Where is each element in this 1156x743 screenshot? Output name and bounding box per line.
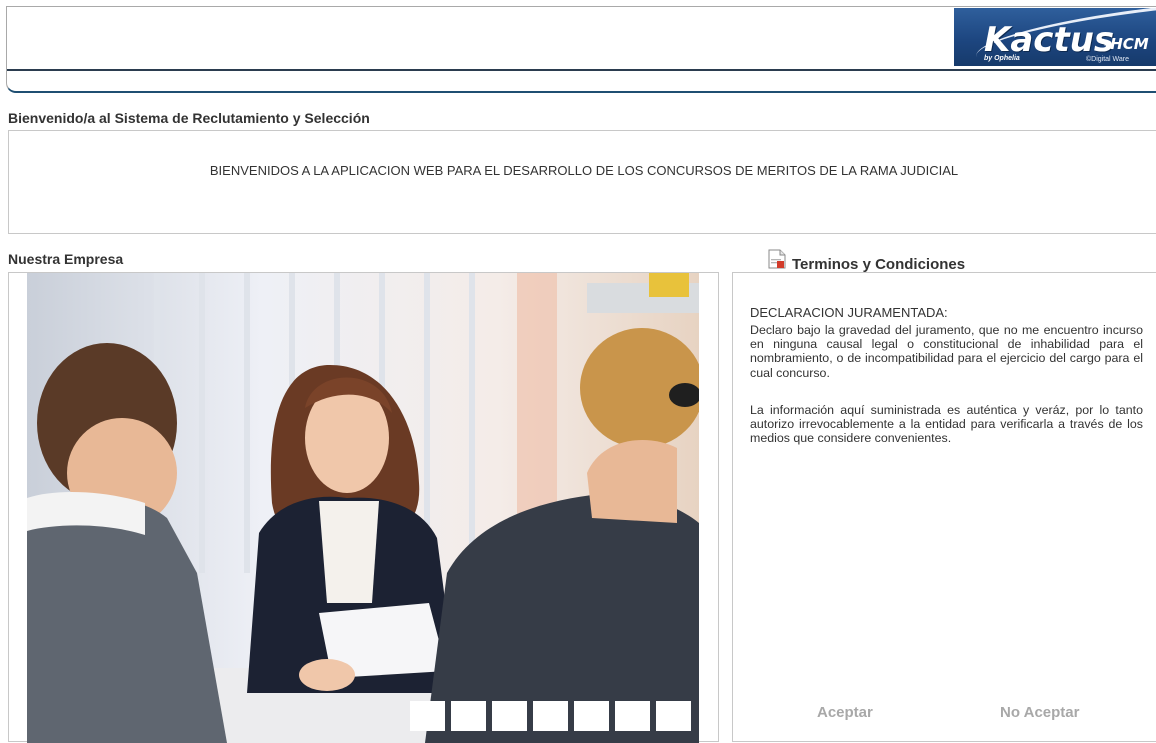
welcome-panel: BIENVENIDOS A LA APLICACION WEB PARA EL … bbox=[8, 130, 1156, 234]
logo-brand: ©Digital Ware bbox=[1086, 56, 1130, 63]
welcome-title: Bienvenido/a al Sistema de Reclutamiento… bbox=[8, 110, 370, 126]
document-icon bbox=[768, 249, 786, 269]
slide-dot-7[interactable] bbox=[656, 701, 691, 731]
slide-dot-6[interactable] bbox=[615, 701, 650, 731]
terms-paragraph-2: La información aquí suministrada es auté… bbox=[750, 403, 1143, 446]
terms-title: Terminos y Condiciones bbox=[792, 256, 966, 273]
company-title: Nuestra Empresa bbox=[8, 251, 124, 267]
logo-suffix: -HCM bbox=[1104, 35, 1149, 53]
decline-button[interactable]: No Aceptar bbox=[1000, 704, 1079, 721]
company-panel bbox=[8, 272, 719, 743]
slide-dot-4[interactable] bbox=[533, 701, 568, 731]
kactus-logo: Kactus -HCM by Ophelia ©Digital Ware bbox=[954, 8, 1156, 66]
terms-paragraph-1: Declaro bajo la gravedad del juramento, … bbox=[750, 323, 1143, 380]
logo-word: Kactus bbox=[984, 20, 1115, 60]
slide-dot-3[interactable] bbox=[492, 701, 527, 731]
header-divider bbox=[7, 69, 1156, 71]
slide-dot-1[interactable] bbox=[410, 701, 445, 731]
welcome-message: BIENVENIDOS A LA APLICACION WEB PARA EL … bbox=[209, 163, 959, 178]
slide-dot-5[interactable] bbox=[574, 701, 609, 731]
slide-controls bbox=[410, 701, 691, 731]
slide-dot-2[interactable] bbox=[451, 701, 486, 731]
terms-heading: DECLARACION JURAMENTADA: bbox=[750, 305, 948, 320]
accept-button[interactable]: Aceptar bbox=[817, 704, 873, 721]
company-photo bbox=[27, 273, 699, 743]
logo-by-line: by Ophelia bbox=[984, 55, 1020, 62]
header-bar: Kactus -HCM by Ophelia ©Digital Ware bbox=[6, 6, 1156, 93]
